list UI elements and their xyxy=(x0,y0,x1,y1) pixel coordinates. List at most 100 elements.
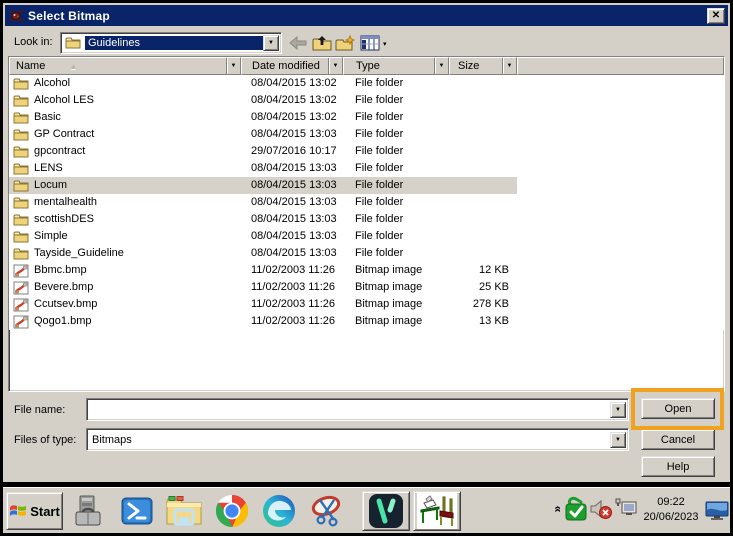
look-in-dropdown-icon[interactable]: ▼ xyxy=(263,35,279,51)
column-header-date-modified[interactable]: Date modified ▼ xyxy=(241,57,343,75)
file-name-label: File name: xyxy=(14,404,65,416)
file-list-body: Alcohol 08/04/2015 13:02 File folder xyxy=(9,75,724,330)
chrome-icon[interactable] xyxy=(212,493,252,529)
file-date-cell: 08/04/2015 13:03 xyxy=(241,160,343,177)
column-header-type[interactable]: Type ▼ xyxy=(343,57,449,75)
name-filter-dropdown-icon[interactable]: ▼ xyxy=(226,58,240,74)
column-header-filler xyxy=(517,57,724,75)
file-row[interactable]: Locum 08/04/2015 13:03 File folder xyxy=(9,177,517,194)
file-explorer-icon[interactable] xyxy=(164,493,204,529)
close-button[interactable]: ✕ xyxy=(707,8,725,24)
files-of-type-label: Files of type: xyxy=(14,434,76,446)
file-row[interactable]: Basic 08/04/2015 13:02 File folder xyxy=(9,109,517,126)
volume-muted-icon[interactable] xyxy=(589,498,613,520)
view-menu-caret-icon[interactable]: ▾ xyxy=(383,40,387,48)
file-date-cell: 11/02/2003 11:26 xyxy=(241,313,343,330)
furniture-drawing-window-button[interactable] xyxy=(413,491,461,531)
taskbar-clock[interactable]: 09:22 20/06/2023 xyxy=(637,495,705,525)
bitmap-file-icon xyxy=(13,298,29,312)
show-desktop-icon[interactable] xyxy=(705,501,729,521)
date-filter-dropdown-icon[interactable]: ▼ xyxy=(328,58,342,74)
column-header-row: Name ▲ ▼ Date modified ▼ Type ▼ Size ▼ xyxy=(9,57,724,75)
file-row[interactable]: gpcontract 29/07/2016 10:17 File folder xyxy=(9,143,517,160)
file-row[interactable]: Ccutsev.bmp 11/02/2003 11:26 Bitmap imag… xyxy=(9,296,517,313)
server-manager-icon[interactable] xyxy=(69,493,109,529)
bitmap-file-icon xyxy=(13,315,29,329)
file-type-cell: File folder xyxy=(343,228,449,245)
powershell-icon[interactable] xyxy=(117,493,157,529)
file-row[interactable]: Tayside_Guideline 08/04/2015 13:03 File … xyxy=(9,245,517,262)
file-type-cell: File folder xyxy=(343,245,449,262)
folder-icon xyxy=(13,77,30,91)
file-type-cell: File folder xyxy=(343,126,449,143)
folder-icon xyxy=(13,179,30,193)
view-menu-icon[interactable] xyxy=(359,33,381,53)
file-row[interactable]: Bevere.bmp 11/02/2003 11:26 Bitmap image… xyxy=(9,279,517,296)
bitmap-file-icon xyxy=(13,281,29,295)
back-icon[interactable] xyxy=(287,33,309,53)
folder-icon xyxy=(13,213,30,227)
file-name-cell: Alcohol xyxy=(9,75,241,92)
file-row[interactable]: Simple 08/04/2015 13:03 File folder xyxy=(9,228,517,245)
new-folder-icon[interactable] xyxy=(334,33,356,53)
network-tray-icon[interactable] xyxy=(614,498,638,520)
look-in-label: Look in: xyxy=(14,36,53,48)
cancel-button[interactable]: Cancel xyxy=(641,429,715,450)
windows-logo-icon xyxy=(9,503,27,519)
file-date-cell: 29/07/2016 10:17 xyxy=(241,143,343,160)
taskbar: Start xyxy=(3,487,730,533)
edge-icon[interactable] xyxy=(259,493,299,529)
file-name-input[interactable]: ▼ xyxy=(86,398,629,421)
file-date-cell: 11/02/2003 11:26 xyxy=(241,279,343,296)
folder-icon xyxy=(65,36,82,50)
snipping-tool-icon[interactable] xyxy=(308,493,348,529)
look-in-combobox[interactable]: Guidelines ▼ xyxy=(60,32,282,54)
vpn-client-tray-icon[interactable] xyxy=(564,496,588,522)
title-bar[interactable]: Select Bitmap ✕ xyxy=(5,5,728,26)
file-name-cell: LENS xyxy=(9,160,241,177)
file-row[interactable]: Alcohol LES 08/04/2015 13:02 File folder xyxy=(9,92,517,109)
column-header-size[interactable]: Size ▼ xyxy=(449,57,517,75)
file-name-cell: Bevere.bmp xyxy=(9,279,241,296)
file-type-cell: File folder xyxy=(343,109,449,126)
dialog-title: Select Bitmap xyxy=(28,9,707,23)
up-one-level-icon[interactable] xyxy=(311,33,333,53)
folder-icon xyxy=(13,128,30,142)
column-header-name[interactable]: Name ▲ ▼ xyxy=(9,57,241,75)
file-row[interactable]: GP Contract 08/04/2015 13:03 File folder xyxy=(9,126,517,143)
file-date-cell: 08/04/2015 13:03 xyxy=(241,177,343,194)
file-type-cell: File folder xyxy=(343,194,449,211)
file-row[interactable]: mentalhealth 08/04/2015 13:03 File folde… xyxy=(9,194,517,211)
type-filter-dropdown-icon[interactable]: ▼ xyxy=(434,58,448,74)
file-name-cell: Bbmc.bmp xyxy=(9,262,241,279)
files-of-type-combobox[interactable]: Bitmaps ▼ xyxy=(86,428,629,451)
file-size-cell: 13 KB xyxy=(449,313,517,330)
file-name-dropdown-icon[interactable]: ▼ xyxy=(610,402,626,418)
folder-icon xyxy=(13,162,30,176)
file-name-cell: GP Contract xyxy=(9,126,241,143)
file-list: Name ▲ ▼ Date modified ▼ Type ▼ Size ▼ xyxy=(8,56,725,392)
file-name-cell: Basic xyxy=(9,109,241,126)
file-name-cell: Simple xyxy=(9,228,241,245)
vision-app-window-button[interactable] xyxy=(362,491,410,531)
clock-date: 20/06/2023 xyxy=(637,510,705,525)
file-row[interactable]: Bbmc.bmp 11/02/2003 11:26 Bitmap image 1… xyxy=(9,262,517,279)
start-button[interactable]: Start xyxy=(6,492,63,530)
start-button-label: Start xyxy=(30,504,60,519)
app-icon xyxy=(8,8,24,24)
help-button[interactable]: Help xyxy=(641,456,715,477)
file-row[interactable]: LENS 08/04/2015 13:03 File folder xyxy=(9,160,517,177)
file-name-cell: mentalhealth xyxy=(9,194,241,211)
files-of-type-value: Bitmaps xyxy=(89,434,610,446)
file-row[interactable]: Qogo1.bmp 11/02/2003 11:26 Bitmap image … xyxy=(9,313,517,330)
file-name-cell: Tayside_Guideline xyxy=(9,245,241,262)
files-of-type-dropdown-icon[interactable]: ▼ xyxy=(610,432,626,448)
file-row[interactable]: scottishDES 08/04/2015 13:03 File folder xyxy=(9,211,517,228)
size-filter-dropdown-icon[interactable]: ▼ xyxy=(502,58,516,74)
sort-ascending-icon: ▲ xyxy=(69,62,77,71)
file-row[interactable]: Alcohol 08/04/2015 13:02 File folder xyxy=(9,75,517,92)
desktop-screen: Select Bitmap ✕ Look in: Guidelines ▼ xyxy=(0,0,733,536)
file-name-cell: gpcontract xyxy=(9,143,241,160)
file-name-cell: Alcohol LES xyxy=(9,92,241,109)
file-date-cell: 11/02/2003 11:26 xyxy=(241,296,343,313)
